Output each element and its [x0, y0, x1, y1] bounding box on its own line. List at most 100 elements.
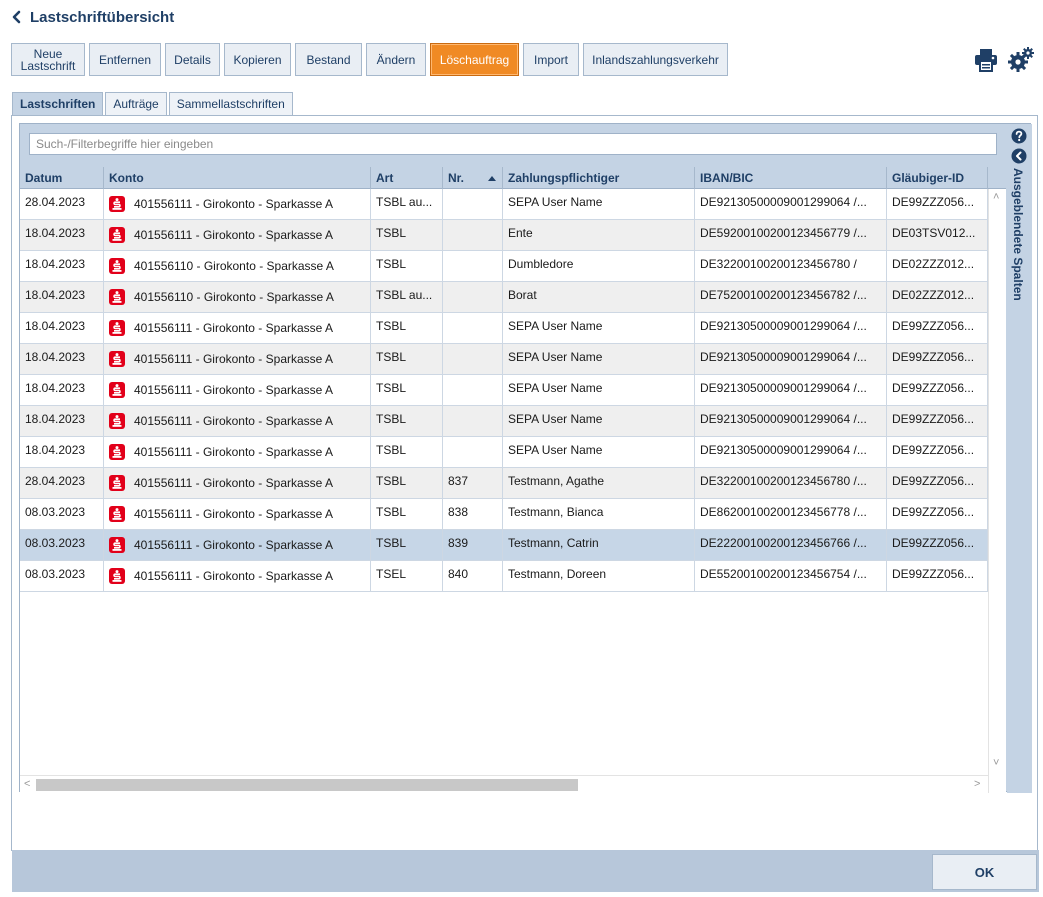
cell-nr	[443, 251, 503, 281]
cell-art: TSBL	[371, 499, 443, 529]
cell-zahler: Testmann, Bianca	[503, 499, 695, 529]
cell-nr	[443, 437, 503, 467]
sparkasse-logo-icon	[109, 568, 125, 584]
cell-datum: 18.04.2023	[20, 437, 104, 467]
table-row[interactable]: 18.04.2023 401556111 - Girokonto - Sparka…	[20, 406, 988, 437]
cell-datum: 18.04.2023	[20, 251, 104, 281]
account-label: 401556111 - Girokonto - Sparkasse A	[134, 228, 334, 242]
table-row[interactable]: 18.04.2023 401556110 - Girokonto - Sparka…	[20, 251, 988, 282]
horizontal-scroll-thumb[interactable]	[36, 779, 578, 791]
cell-art: TSBL au...	[371, 189, 443, 219]
table-row[interactable]: 18.04.2023 401556110 - Girokonto - Sparka…	[20, 282, 988, 313]
column-header-konto[interactable]: Konto	[104, 167, 371, 189]
table-row[interactable]: 08.03.2023 401556111 - Girokonto - Sparka…	[20, 499, 988, 530]
details-button[interactable]: Details	[165, 43, 220, 76]
cell-glaeubiger: DE99ZZZ056...	[887, 344, 988, 374]
hidden-columns-panel[interactable]: Ausgeblendete Spalten	[1007, 124, 1032, 793]
cell-art: TSBL	[371, 468, 443, 498]
cell-nr	[443, 220, 503, 250]
copy-button[interactable]: Kopieren	[224, 43, 291, 76]
table-row[interactable]: 18.04.2023 401556111 - Girokonto - Sparka…	[20, 375, 988, 406]
table-row[interactable]: 28.04.2023 401556111 - Girokonto - Sparka…	[20, 468, 988, 499]
search-input[interactable]	[30, 134, 996, 154]
account-label: 401556111 - Girokonto - Sparkasse A	[134, 352, 334, 366]
table-row[interactable]: 18.04.2023 401556111 - Girokonto - Sparka…	[20, 313, 988, 344]
cell-glaeubiger: DE99ZZZ056...	[887, 189, 988, 219]
cell-glaeubiger: DE02ZZZ012...	[887, 251, 988, 281]
column-header-nr[interactable]: Nr.	[443, 167, 503, 189]
content-frame: Datum Konto Art Nr. Zahlungspflichtiger …	[11, 115, 1039, 892]
sparkasse-logo-icon	[109, 351, 125, 367]
cell-iban: DE55200100200123456754 /...	[695, 561, 887, 591]
account-label: 401556111 - Girokonto - Sparkasse A	[134, 197, 334, 211]
sparkasse-logo-icon	[109, 258, 125, 274]
table-row[interactable]: 28.04.2023 401556111 - Girokonto - Sparka…	[20, 189, 988, 220]
column-header-zahlungspflichtiger[interactable]: Zahlungspflichtiger	[503, 167, 695, 189]
collapse-left-icon[interactable]	[1011, 148, 1027, 164]
column-header-iban[interactable]: IBAN/BIC	[695, 167, 887, 189]
cell-nr	[443, 406, 503, 436]
cell-zahler: Ente	[503, 220, 695, 250]
column-header-datum[interactable]: Datum	[20, 167, 104, 189]
inventory-button[interactable]: Bestand	[295, 43, 362, 76]
new-direct-debit-button[interactable]: Neue Lastschrift	[11, 43, 85, 76]
import-button[interactable]: Import	[523, 43, 579, 76]
tab-bulk-direct-debits[interactable]: Sammellastschriften	[168, 92, 293, 115]
cell-datum: 08.03.2023	[20, 530, 104, 560]
account-label: 401556111 - Girokonto - Sparkasse A	[134, 538, 334, 552]
cell-nr	[443, 375, 503, 405]
horizontal-scrollbar[interactable]: < >	[20, 775, 988, 793]
cell-konto: 401556111 - Girokonto - Sparkasse A	[104, 375, 371, 405]
scroll-up-icon[interactable]: ˄	[993, 191, 999, 203]
cell-zahler: SEPA User Name	[503, 344, 695, 374]
back-chevron-icon[interactable]	[10, 10, 24, 24]
cell-zahler: SEPA User Name	[503, 406, 695, 436]
cell-datum: 08.03.2023	[20, 561, 104, 591]
cell-zahler: Borat	[503, 282, 695, 312]
column-header-glaeubiger-id[interactable]: Gläubiger-ID	[887, 167, 988, 189]
cell-zahler: SEPA User Name	[503, 375, 695, 405]
table-row[interactable]: 18.04.2023 401556111 - Girokonto - Sparka…	[20, 344, 988, 375]
cell-zahler: Dumbledore	[503, 251, 695, 281]
print-icon[interactable]	[973, 47, 999, 73]
scroll-down-icon[interactable]: ˅	[993, 757, 999, 769]
sparkasse-logo-icon	[109, 444, 125, 460]
sparkasse-logo-icon	[109, 196, 125, 212]
new-direct-debit-label-line2: Lastschrift	[20, 58, 76, 73]
help-icon[interactable]	[1011, 128, 1027, 144]
cell-nr: 837	[443, 468, 503, 498]
table-row[interactable]: 08.03.2023 401556111 - Girokonto - Sparka…	[20, 561, 988, 592]
cell-art: TSEL	[371, 561, 443, 591]
direct-debit-table: Datum Konto Art Nr. Zahlungspflichtiger …	[20, 167, 1006, 793]
account-label: 401556110 - Girokonto - Sparkasse A	[134, 290, 334, 304]
table-row[interactable]: 18.04.2023 401556111 - Girokonto - Sparka…	[20, 437, 988, 468]
settings-gears-icon[interactable]	[1007, 46, 1035, 74]
tab-direct-debits[interactable]: Lastschriften	[12, 92, 104, 115]
domestic-payments-button[interactable]: Inlandszahlungsverkehr	[583, 43, 728, 76]
table-row[interactable]: 08.03.2023 401556111 - Girokonto - Sparka…	[20, 530, 988, 561]
sparkasse-logo-icon	[109, 382, 125, 398]
sparkasse-logo-icon	[109, 413, 125, 429]
edit-button[interactable]: Ändern	[366, 43, 426, 76]
cell-datum: 28.04.2023	[20, 189, 104, 219]
sparkasse-logo-icon	[109, 506, 125, 522]
remove-button[interactable]: Entfernen	[89, 43, 161, 76]
scroll-right-icon[interactable]: >	[974, 778, 980, 790]
table-row[interactable]: 18.04.2023 401556111 - Girokonto - Sparka…	[20, 220, 988, 251]
cell-glaeubiger: DE99ZZZ056...	[887, 375, 988, 405]
scroll-left-icon[interactable]: <	[24, 778, 30, 790]
new-direct-debit-label-line1: Neue	[33, 46, 63, 61]
cell-iban: DE22200100200123456766 /...	[695, 530, 887, 560]
account-label: 401556110 - Girokonto - Sparkasse A	[134, 259, 334, 273]
cell-konto: 401556111 - Girokonto - Sparkasse A	[104, 220, 371, 250]
sort-ascending-icon	[488, 176, 496, 181]
vertical-scrollbar[interactable]: ˄ ˅	[988, 189, 1006, 793]
cell-iban: DE92130500009001299064 /...	[695, 375, 887, 405]
cell-iban: DE59200100200123456779 /...	[695, 220, 887, 250]
cell-nr: 840	[443, 561, 503, 591]
delete-order-button[interactable]: Löschauftrag	[430, 43, 519, 76]
tab-orders[interactable]: Aufträge	[105, 92, 167, 115]
cell-zahler: Testmann, Doreen	[503, 561, 695, 591]
ok-button[interactable]: OK	[932, 854, 1037, 890]
column-header-art[interactable]: Art	[371, 167, 443, 189]
